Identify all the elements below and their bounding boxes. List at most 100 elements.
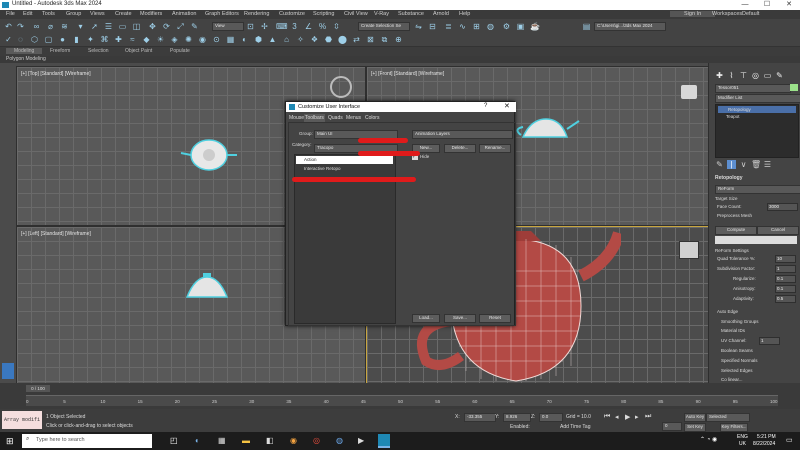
ribbon-tab-freeform[interactable]: Freeform xyxy=(50,48,70,54)
vray-material-icon[interactable]: ◐ xyxy=(240,35,249,44)
menu-modifiers[interactable]: Modifiers xyxy=(140,11,162,17)
key-filters-button[interactable]: Key Filters... xyxy=(720,423,748,432)
object-name-field[interactable]: Tessor051 xyxy=(715,84,791,93)
maximize-button[interactable]: ☐ xyxy=(756,0,778,10)
vray-sphere-icon[interactable]: ◉ xyxy=(198,35,207,44)
specified-normals-checkbox[interactable]: Specified Normals xyxy=(721,358,758,363)
bind-spacewarp-icon[interactable]: ≋ xyxy=(60,22,69,31)
display-tab-icon[interactable]: ▭ xyxy=(763,71,772,80)
reference-coordinate-dropdown[interactable]: View xyxy=(212,22,244,31)
stack-item-retopology[interactable]: Retopology xyxy=(718,106,796,113)
go-to-start-icon[interactable]: ⏮ xyxy=(604,413,610,421)
media-player-icon[interactable]: ▶ xyxy=(358,436,364,445)
modifier-list-dropdown[interactable]: Modifier List xyxy=(715,94,800,103)
menu-help[interactable]: Help xyxy=(459,11,470,17)
notification-icon[interactable]: ▭ xyxy=(786,436,793,444)
viewcube-perspective-icon[interactable] xyxy=(679,241,699,259)
move-icon[interactable]: ✥ xyxy=(148,22,157,31)
viewport-top-label[interactable]: [+] [Top] [Standard] [Wireframe] xyxy=(21,71,91,77)
tab-mouse[interactable]: Mouse xyxy=(288,114,305,122)
menu-customize[interactable]: Customize xyxy=(279,11,305,17)
next-frame-icon[interactable]: ▸ xyxy=(635,413,639,421)
current-frame-field[interactable]: 0 xyxy=(662,422,682,431)
rename-toolbar-button[interactable]: Rename... xyxy=(479,144,511,153)
arnold-light-icon[interactable]: ✧ xyxy=(296,35,305,44)
object-color-swatch[interactable] xyxy=(790,84,798,91)
set-key-button[interactable]: Set Key xyxy=(684,423,706,432)
undo-icon[interactable]: ↶ xyxy=(4,22,13,31)
rotate-icon[interactable]: ⟳ xyxy=(162,22,171,31)
percent-snap-icon[interactable]: % xyxy=(318,22,327,31)
select-by-name-icon[interactable]: ☰ xyxy=(104,22,113,31)
create-tab-icon[interactable]: ✚ xyxy=(715,71,724,80)
viewcube-front-icon[interactable] xyxy=(681,85,697,99)
search-placeholder[interactable]: Type here to search xyxy=(36,437,85,443)
ribbon-tab-modeling[interactable]: Modeling xyxy=(6,48,43,54)
edge-icon[interactable]: ◐ xyxy=(195,436,200,445)
schematic-view-icon[interactable]: ⊞ xyxy=(472,22,481,31)
close-button[interactable]: ✕ xyxy=(778,0,800,10)
configure-modifier-sets-icon[interactable]: ☰ xyxy=(763,160,772,169)
reset-button[interactable]: Reset xyxy=(479,314,511,323)
scene-converter-icon[interactable]: ⇄ xyxy=(352,35,361,44)
regularize-spinner[interactable]: 0.1 xyxy=(775,275,796,283)
layer-explorer-icon[interactable]: ≣ xyxy=(444,22,453,31)
uv-channel-spinner[interactable]: 1 xyxy=(759,337,780,345)
chrome-icon[interactable]: ◎ xyxy=(313,436,320,445)
go-to-end-icon[interactable]: ⏭ xyxy=(645,413,651,421)
delete-toolbar-button[interactable]: Delete... xyxy=(444,144,476,153)
polygon-modeling-label[interactable]: Polygon Modeling xyxy=(6,56,46,62)
vray-physical-camera-icon[interactable]: ⊙ xyxy=(212,35,221,44)
selected-edges-checkbox[interactable]: Selected Edges xyxy=(721,368,753,373)
tab-toolbars[interactable]: Toolbars xyxy=(304,114,325,122)
x-coordinate[interactable]: -33.355 xyxy=(464,413,496,422)
material-ids-checkbox[interactable]: Material IDs xyxy=(721,328,745,333)
select-tool-icon[interactable]: ✓ xyxy=(4,35,13,44)
system-icon[interactable]: ◆ xyxy=(142,35,151,44)
stack-item-teapot[interactable]: Teapot xyxy=(726,114,740,119)
unlink-icon[interactable]: ⌀ xyxy=(46,22,55,31)
project-folder-icon[interactable]: ▤ xyxy=(582,22,591,31)
list-item-action[interactable]: Action xyxy=(296,156,393,164)
sign-in-button[interactable]: Sign In xyxy=(670,11,716,17)
keyboard-shortcut-icon[interactable]: ⌨ xyxy=(276,22,288,31)
calculator-icon[interactable]: ▦ xyxy=(218,436,226,445)
remove-modifier-icon[interactable]: 🗑 xyxy=(751,160,761,169)
task-view-icon[interactable]: ◰ xyxy=(170,436,178,445)
align-icon[interactable]: ⊟ xyxy=(428,22,437,31)
3dsmax-taskbar-icon[interactable] xyxy=(378,434,390,448)
select-manipulate-icon[interactable]: ✢ xyxy=(260,22,269,31)
firefox-icon[interactable]: ◉ xyxy=(290,436,297,445)
menu-rendering[interactable]: Rendering xyxy=(244,11,269,17)
save-button[interactable]: Save... xyxy=(444,314,476,323)
preprocess-mesh-checkbox[interactable]: Preprocess Mesh xyxy=(717,213,752,218)
add-time-tag[interactable]: Add Time Tag xyxy=(560,424,590,430)
toolbar-dropdown[interactable]: Animation Layers xyxy=(412,130,513,139)
subdivision-factor-spinner[interactable]: 1 xyxy=(775,265,796,273)
substance-material-icon[interactable]: ⬣ xyxy=(324,35,333,44)
adaptivity-spinner[interactable]: 0.5 xyxy=(775,295,796,303)
store-icon[interactable]: ◧ xyxy=(266,436,274,445)
helper-icon[interactable]: ✚ xyxy=(114,35,123,44)
modify-tab-icon[interactable]: ⌇ xyxy=(727,71,736,80)
sphere-icon[interactable]: ● xyxy=(58,35,67,44)
menu-group[interactable]: Group xyxy=(66,11,81,17)
clock-date[interactable]: 8/22/2024 xyxy=(753,441,775,447)
render-frame-icon[interactable]: ▣ xyxy=(516,22,525,31)
anisotropy-spinner[interactable]: 0.1 xyxy=(775,285,796,293)
pin-stack-icon[interactable]: ✎ xyxy=(715,160,724,169)
menu-vray[interactable]: V-Ray xyxy=(374,11,389,17)
maxscript-listener[interactable]: Array modifi xyxy=(2,411,42,429)
selection-filter-icon[interactable]: ▾ xyxy=(76,22,85,31)
substance-painter-icon[interactable]: ⬤ xyxy=(338,35,347,44)
face-count-spinner[interactable]: 3000 xyxy=(767,203,798,211)
menu-tools[interactable]: Tools xyxy=(42,11,55,17)
y-coordinate[interactable]: 8.926 xyxy=(503,413,531,422)
tray-icons[interactable]: ⌃ ◔ ◉ xyxy=(700,436,717,443)
time-slider[interactable]: 0 / 100 xyxy=(26,385,50,392)
play-icon[interactable]: ▶ xyxy=(625,413,630,421)
key-mode-dropdown[interactable]: Selected xyxy=(706,413,750,422)
link-icon[interactable]: ∞ xyxy=(32,22,41,31)
menu-civil-view[interactable]: Civil View xyxy=(344,11,368,17)
hierarchy-tab-icon[interactable]: ⊤ xyxy=(739,71,748,80)
